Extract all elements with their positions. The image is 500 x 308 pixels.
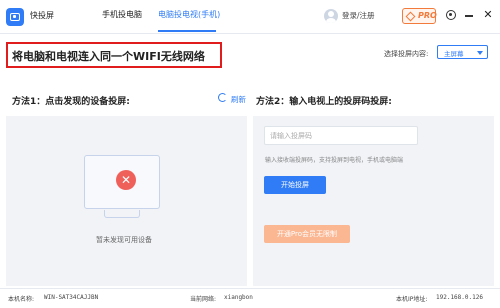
diamond-icon	[405, 11, 416, 22]
device-name-label: 本机名称:	[8, 296, 35, 303]
minimize-icon[interactable]	[465, 15, 473, 17]
app-logo-icon	[6, 8, 24, 26]
empty-state-text: 暂未发现可用设备	[96, 236, 152, 244]
chevron-down-icon	[477, 51, 483, 55]
select-value: 主屏幕	[444, 50, 464, 58]
pro-upgrade-button[interactable]: 开通Pro会员无限制	[264, 225, 350, 243]
app-name: 快投屏	[30, 11, 54, 20]
error-icon: ✕	[116, 170, 136, 190]
title-bar: 快投屏 手机投电脑 电脑投电视(手机) 登录/注册 PRO ✕	[0, 0, 500, 34]
select-content-label: 选择投屏内容:	[384, 50, 429, 58]
settings-icon[interactable]	[446, 10, 456, 20]
avatar-icon[interactable]	[324, 9, 338, 23]
screen-content-select[interactable]: 主屏幕	[437, 45, 488, 59]
ip-value: 192.168.0.126	[436, 294, 483, 301]
cast-code-hint: 输入接收端投屏码，支持投屏到电视，手机或电脑端	[265, 157, 404, 164]
close-icon[interactable]: ✕	[481, 8, 495, 22]
network-label: 当前网络:	[190, 296, 217, 303]
pro-label: PRO	[418, 11, 437, 20]
tab-phone-to-pc[interactable]: 手机投电脑	[102, 9, 142, 20]
pro-button[interactable]: PRO	[402, 8, 437, 24]
method2-title: 方法2：输入电视上的投屏码投屏:	[256, 97, 392, 107]
ip-label: 本机IP地址:	[396, 296, 428, 303]
tab-pc-to-tv[interactable]: 电脑投电视(手机)	[158, 9, 220, 20]
login-button[interactable]: 登录/注册	[342, 10, 375, 21]
network-value: xiangbon	[224, 294, 253, 301]
refresh-icon[interactable]	[218, 93, 227, 102]
start-cast-button[interactable]: 开始投屏	[264, 176, 326, 194]
status-bar: 本机名称: WIN-SAT34CAJJBN 当前网络: xiangbon 本机I…	[0, 288, 500, 308]
monitor-stand	[104, 210, 140, 218]
device-name-value: WIN-SAT34CAJJBN	[44, 294, 99, 301]
refresh-button[interactable]: 刷新	[231, 94, 246, 105]
method1-title: 方法1：点击发现的设备投屏:	[12, 97, 130, 107]
active-tab-indicator	[158, 30, 216, 32]
page-title: 将电脑和电视连入同一个WIFI无线网络	[12, 50, 205, 63]
cast-code-input[interactable]	[264, 126, 418, 145]
